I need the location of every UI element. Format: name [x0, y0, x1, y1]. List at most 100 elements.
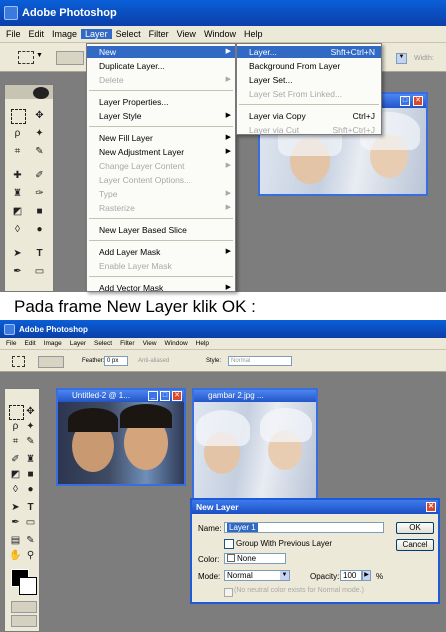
anti-aliased-checkbox-label[interactable]: Anti-aliased	[138, 358, 169, 364]
marquee-tool-icon[interactable]	[11, 109, 26, 124]
group-previous-checkbox[interactable]	[224, 539, 234, 549]
shape-tool-icon-2[interactable]: ▭	[24, 516, 37, 529]
close-icon[interactable]: ✕	[413, 96, 423, 106]
healing-brush-icon[interactable]: ✚	[11, 169, 24, 182]
opacity-input[interactable]: 100	[340, 570, 362, 581]
menu-help[interactable]: Help	[192, 340, 213, 347]
menu-window[interactable]: Window	[161, 340, 192, 347]
pen-tool-icon[interactable]: ✒	[11, 265, 24, 278]
menu-select[interactable]: Select	[90, 340, 116, 347]
marquee-tool-preset-icon[interactable]	[18, 51, 34, 64]
menu-image[interactable]: Image	[48, 29, 81, 39]
menu-edit[interactable]: Edit	[25, 29, 49, 39]
crop-tool-icon[interactable]: ⌗	[11, 145, 24, 158]
magic-wand-icon-2[interactable]: ✦	[24, 420, 37, 433]
layer-menu-item-add-layer-mask[interactable]: Add Layer Mask ▶	[87, 246, 235, 258]
new-submenu-item-label: Layer Set From Linked...	[249, 89, 343, 99]
eraser-tool-icon-2[interactable]: ◩	[9, 468, 22, 481]
hand-tool-icon-2[interactable]: ✋	[9, 549, 22, 562]
menu-window[interactable]: Window	[200, 29, 240, 39]
brush-tool-icon[interactable]: ✐	[33, 169, 46, 182]
new-submenu-item-layer-set[interactable]: Layer Set...	[237, 74, 381, 86]
lasso-tool-icon[interactable]: ρ	[11, 127, 24, 140]
maximize-icon[interactable]: □	[400, 96, 410, 106]
type-tool-icon[interactable]: T	[33, 247, 46, 260]
notes-tool-icon-2[interactable]: ▤	[9, 534, 22, 547]
layer-menu-item-new[interactable]: New ▶	[87, 46, 235, 58]
clone-stamp-icon[interactable]: ♜	[11, 187, 24, 200]
document-window-gambar[interactable]: gambar 2.jpg ...	[192, 388, 318, 500]
layer-menu-item-new-adjustment-layer[interactable]: New Adjustment Layer ▶	[87, 146, 235, 158]
gradient-tool-icon-2[interactable]: ■	[24, 468, 37, 481]
layer-menu-item-duplicate-layer[interactable]: Duplicate Layer...	[87, 60, 235, 72]
maximize-icon-2[interactable]: □	[160, 391, 170, 401]
history-brush-icon[interactable]: ✑	[33, 187, 46, 200]
blur-tool-icon[interactable]: ◊	[11, 223, 24, 236]
dodge-tool-icon-2[interactable]: ●	[24, 483, 37, 496]
layer-menu-item-layer-style[interactable]: Layer Style ▶	[87, 110, 235, 122]
color-select[interactable]: None	[224, 553, 286, 564]
eyedropper-tool-icon-2[interactable]: ✎	[24, 534, 37, 547]
new-submenu-item-layer[interactable]: Layer... Shft+Ctrl+N	[237, 46, 381, 58]
path-selection-icon-2[interactable]: ➤	[9, 501, 22, 514]
dodge-tool-icon[interactable]: ●	[33, 223, 46, 236]
layer-menu-item-layer-properties[interactable]: Layer Properties...	[87, 96, 235, 108]
clone-stamp-icon-2[interactable]: ♜	[24, 453, 37, 466]
layer-menu-item-new-layer-based-slice[interactable]: New Layer Based Slice	[87, 224, 235, 236]
menu-view[interactable]: View	[139, 340, 161, 347]
document-window-untitled[interactable]: Untitled-2 @ 1... _ □ ✕	[56, 388, 186, 486]
crop-tool-icon-2[interactable]: ⌗	[9, 435, 22, 448]
menu-layer[interactable]: Layer	[66, 340, 90, 347]
layer-menu-item-add-vector-mask[interactable]: Add Vector Mask ▶	[87, 282, 235, 294]
gradient-tool-icon[interactable]: ■	[33, 205, 46, 218]
menu-select[interactable]: Select	[112, 29, 145, 39]
zoom-tool-icon-2[interactable]: ⚲	[24, 549, 37, 562]
ok-button[interactable]: OK	[396, 522, 434, 534]
menu-image[interactable]: Image	[40, 340, 66, 347]
cancel-button[interactable]: Cancel	[396, 539, 434, 551]
menu-file[interactable]: File	[2, 340, 20, 347]
eraser-tool-icon[interactable]: ◩	[11, 205, 24, 218]
move-tool-icon-2[interactable]: ✥	[24, 405, 37, 418]
screen-mode-icons[interactable]	[11, 615, 37, 627]
style-select[interactable]: Normal	[228, 356, 292, 366]
shape-tool-icon[interactable]: ▭	[33, 265, 46, 278]
marquee-tool-preset-icon-2[interactable]	[12, 356, 25, 367]
lasso-tool-icon-2[interactable]: ρ	[9, 420, 22, 433]
menu-filter[interactable]: Filter	[116, 340, 138, 347]
minimize-icon[interactable]: _	[148, 391, 158, 401]
quick-mask-icons[interactable]	[11, 601, 37, 613]
background-color-swatch[interactable]	[19, 577, 37, 595]
type-tool-icon-2[interactable]: T	[24, 501, 37, 514]
selection-mode-icons-2[interactable]	[38, 356, 64, 368]
menu-filter[interactable]: Filter	[145, 29, 173, 39]
brush-tool-icon-2[interactable]: ✐	[9, 453, 22, 466]
path-selection-icon[interactable]: ➤	[11, 247, 24, 260]
selection-mode-icons[interactable]	[56, 51, 84, 65]
slice-tool-icon[interactable]: ✎	[33, 145, 46, 158]
style-dropdown-arrow-icon[interactable]: ▼	[396, 53, 407, 64]
new-submenu-item-layer-via-copy[interactable]: Layer via Copy Ctrl+J	[237, 110, 381, 122]
feather-input[interactable]: 0 px	[104, 356, 128, 366]
opacity-slider-arrow-icon[interactable]: ▶	[362, 570, 371, 581]
menu-view[interactable]: View	[173, 29, 200, 39]
magic-wand-icon[interactable]: ✦	[33, 127, 46, 140]
move-tool-icon[interactable]: ✥	[33, 109, 46, 122]
dialog-close-icon[interactable]: ✕	[426, 502, 436, 512]
pen-tool-icon-2[interactable]: ✒	[9, 516, 22, 529]
neutral-fill-checkbox[interactable]	[224, 588, 233, 597]
marquee-tool-icon-2[interactable]	[9, 405, 24, 420]
close-icon-2[interactable]: ✕	[172, 391, 182, 401]
preset-dropdown-arrow-icon[interactable]: ▼	[36, 52, 43, 59]
slice-tool-icon-2[interactable]: ✎	[24, 435, 37, 448]
layer-name-input[interactable]: Layer 1	[224, 522, 384, 533]
menu-file[interactable]: File	[2, 29, 25, 39]
layer-menu-item-new-fill-layer[interactable]: New Fill Layer ▶	[87, 132, 235, 144]
menu-layer[interactable]: Layer	[81, 29, 112, 39]
blur-tool-icon-2[interactable]: ◊	[9, 483, 22, 496]
mode-select[interactable]: Normal ▼	[224, 570, 290, 581]
adobe-online-eye-icon[interactable]	[33, 87, 49, 99]
new-submenu-item-background-from-layer[interactable]: Background From Layer	[237, 60, 381, 72]
menu-help[interactable]: Help	[240, 29, 267, 39]
menu-edit[interactable]: Edit	[20, 340, 39, 347]
